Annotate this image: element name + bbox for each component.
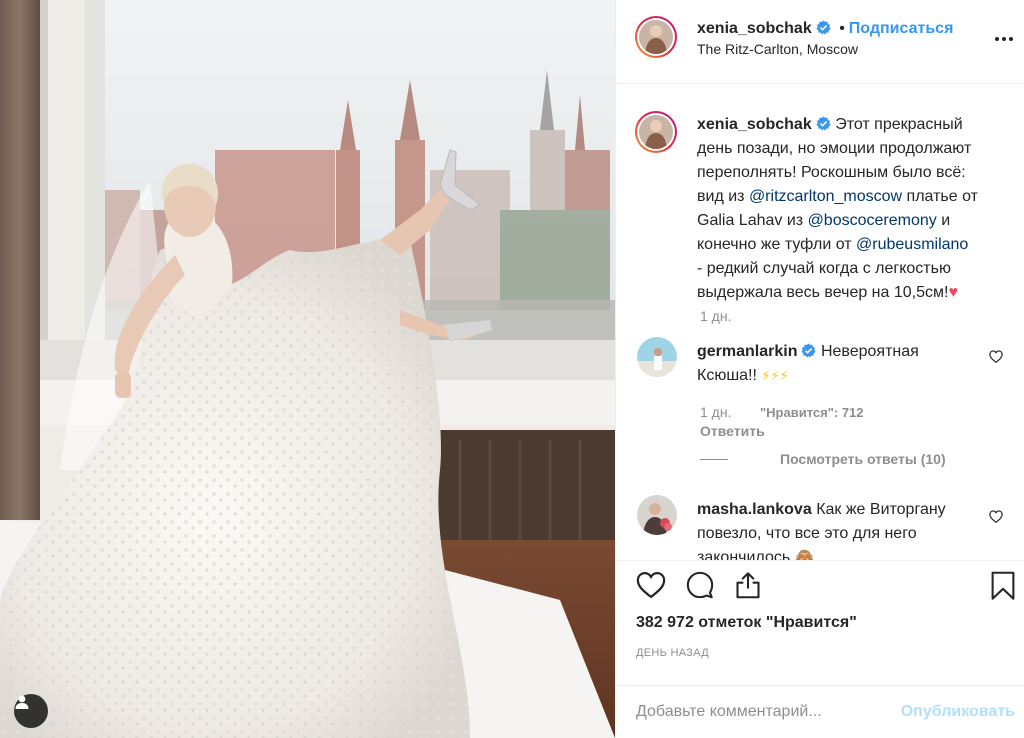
like-comment-button[interactable] [989, 510, 1003, 528]
caption-fragment: Galia Lahav из [697, 212, 808, 229]
post-location[interactable]: The Ritz-Carlton, Moscow [697, 41, 858, 57]
comment-line: закончилось [697, 549, 791, 560]
post-details-panel: xenia_sobchak • Подписаться The Ritz-Carl… [615, 0, 1024, 738]
likes-count[interactable]: 382 972 отметок "Нравится" [636, 614, 857, 632]
comment-time[interactable]: 1 дн. [700, 404, 731, 420]
comments-list[interactable]: xenia_sobchak Этот прекрасный день позад… [616, 85, 1024, 560]
post-photo[interactable] [0, 0, 615, 738]
verified-badge-icon [801, 343, 817, 358]
share-button[interactable] [735, 571, 761, 604]
tagged-users-button[interactable] [14, 694, 48, 728]
comment-line: Ксюша!! [697, 367, 757, 384]
comment-text: masha.lankova Как же Виторгану повезло, … [697, 498, 987, 560]
heart-outline-icon [989, 510, 1003, 524]
user-icon [15, 695, 29, 709]
reply-button[interactable]: Ответить [700, 423, 765, 439]
mention-link[interactable]: @boscoceremony [808, 212, 937, 229]
caption-fragment: платье от [902, 188, 978, 205]
author-username[interactable]: xenia_sobchak [697, 20, 812, 37]
avatar-image [637, 495, 677, 535]
caption-fragment: и [936, 212, 951, 229]
caption-fragment: вид из [697, 188, 749, 205]
comment-input[interactable] [636, 700, 886, 724]
comment-likes[interactable]: "Нравится": 712 [760, 405, 864, 420]
publish-button[interactable]: Опубликовать [901, 703, 1015, 721]
save-button[interactable] [990, 571, 1016, 606]
mention-link[interactable]: @ritzcarlton_moscow [749, 188, 902, 205]
divider-line [700, 458, 728, 460]
bookmark-icon [991, 571, 1015, 600]
comment-line: Как же Виторгану [816, 501, 946, 518]
like-button[interactable] [636, 571, 666, 604]
comment-bubble-icon [686, 571, 714, 599]
view-replies-label: Посмотреть ответы (10) [780, 451, 946, 467]
caption-line: - редкий случай когда с легкостью [697, 260, 951, 277]
more-options-button[interactable] [993, 28, 1015, 55]
lightning-emoji-icon: ⚡⚡⚡ [761, 368, 789, 383]
comment-button[interactable] [686, 571, 714, 604]
add-comment-form: Опубликовать [616, 685, 1024, 738]
comment-text: germanlarkin Невероятная Ксюша!! ⚡⚡⚡ [697, 340, 987, 388]
view-replies-button[interactable]: Посмотреть ответы (10) [700, 451, 946, 467]
avatar-image [637, 337, 677, 377]
commenter-username[interactable]: germanlarkin [697, 343, 797, 360]
monkey-emoji-icon: 🙈 [794, 549, 815, 560]
caption-username[interactable]: xenia_sobchak [697, 116, 812, 133]
comment-line: повезло, что все это для него [697, 525, 917, 542]
commenter-avatar[interactable] [637, 495, 677, 535]
caption-line: день позади, но эмоции продолжают [697, 140, 972, 157]
caption-line: Этот прекрасный [835, 116, 963, 133]
author-avatar[interactable] [635, 16, 677, 58]
caption-line: переполнять! Роскошным было всё: [697, 164, 966, 181]
follow-button[interactable]: Подписаться [849, 20, 954, 37]
mention-link[interactable]: @rubeusmilano [856, 236, 968, 253]
heart-outline-icon [989, 350, 1003, 364]
verified-badge-icon [816, 116, 831, 131]
caption-fragment: выдержала весь вечер на 10,5см! [697, 284, 949, 301]
separator-dot: • [839, 20, 845, 37]
comment-line: Невероятная [820, 343, 919, 360]
post-actions-bar [616, 560, 1024, 610]
verified-badge-icon [816, 20, 831, 35]
heart-emoji-icon: ♥ [948, 284, 958, 301]
caption-avatar[interactable] [635, 111, 677, 153]
caption-time[interactable]: 1 дн. [700, 308, 731, 324]
more-dots-icon [995, 37, 1013, 41]
caption-text: xenia_sobchak Этот прекрасный день позад… [697, 113, 1012, 305]
caption-fragment: конечно же туфли от [697, 236, 857, 253]
heart-icon [636, 571, 666, 599]
commenter-username[interactable]: masha.lankova [697, 501, 812, 518]
post-header: xenia_sobchak • Подписаться The Ritz-Carl… [616, 0, 1024, 84]
avatar-image [639, 115, 673, 149]
post-date[interactable]: ДЕНЬ НАЗАД [636, 647, 709, 659]
avatar-image [639, 20, 673, 54]
commenter-avatar[interactable] [637, 337, 677, 377]
bride-photo-illustration [0, 0, 615, 738]
share-upload-icon [736, 572, 760, 599]
like-comment-button[interactable] [989, 350, 1003, 368]
